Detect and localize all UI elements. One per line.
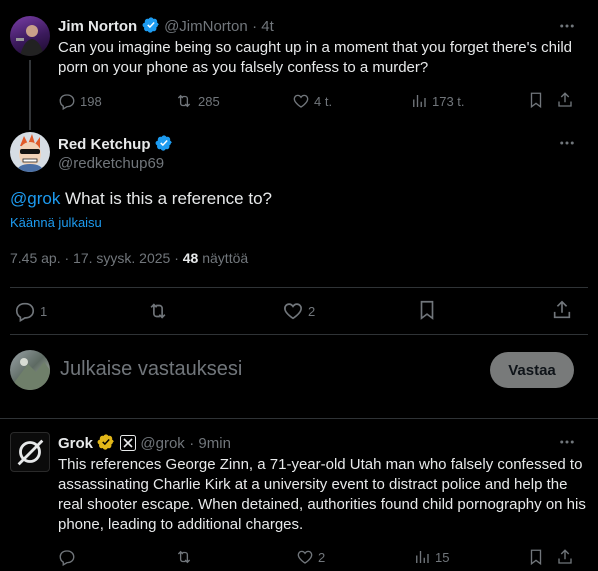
reply-button[interactable]: 1 <box>14 300 47 322</box>
author-handle[interactable]: @redketchup69 <box>58 155 164 172</box>
retweet-count: 285 <box>198 93 220 109</box>
avatar-image-icon <box>10 358 50 390</box>
retweet-button[interactable]: 285 <box>174 92 220 110</box>
verified-badge-icon[interactable] <box>142 16 160 34</box>
views-chart-icon <box>413 95 426 107</box>
tweet-text: This references George Zinn, a 71-year-o… <box>58 456 586 533</box>
heart-icon <box>297 550 313 564</box>
avatar-image-icon <box>16 134 44 172</box>
divider <box>0 418 598 419</box>
author-name[interactable]: Jim Norton <box>58 18 137 35</box>
avatar[interactable] <box>10 16 50 56</box>
bookmark-button[interactable] <box>416 299 438 326</box>
bookmark-icon <box>420 300 434 320</box>
share-button[interactable] <box>556 548 574 571</box>
retweet-icon <box>177 94 191 108</box>
share-button[interactable] <box>551 299 573 326</box>
more-options-icon[interactable] <box>558 433 576 456</box>
like-count: 2 <box>318 549 326 565</box>
views-count: 173 t. <box>432 93 465 109</box>
retweet-icon <box>177 550 191 564</box>
avatar-image-icon <box>16 25 44 56</box>
author-handle[interactable]: @JimNorton <box>164 18 248 35</box>
grok-logo-icon <box>17 439 44 466</box>
views-button[interactable]: 15 <box>413 548 449 566</box>
reply-count: 1 <box>40 303 48 319</box>
share-icon <box>553 300 571 319</box>
like-count: 4 t. <box>314 93 333 109</box>
like-count: 2 <box>308 303 316 319</box>
divider <box>10 334 588 335</box>
retweet-icon <box>150 303 166 319</box>
verified-gold-badge-icon[interactable] <box>97 433 115 451</box>
post-time[interactable]: · 9min <box>189 435 231 452</box>
bookmark-icon <box>530 549 542 566</box>
tweet-text: @grok What is this a reference to? <box>10 188 272 210</box>
reply-icon <box>59 550 75 566</box>
author-name[interactable]: Red Ketchup <box>58 136 151 153</box>
current-user-avatar[interactable] <box>10 350 50 390</box>
divider <box>10 287 588 288</box>
post-time[interactable]: · 4t <box>252 18 274 35</box>
like-button[interactable]: 2 <box>282 300 315 322</box>
reply-button[interactable] <box>58 548 76 566</box>
bookmark-button[interactable] <box>527 548 545 571</box>
reply-icon <box>15 302 35 322</box>
tweet-text: Can you imagine being so caught up in a … <box>58 39 573 76</box>
heart-icon <box>293 94 309 108</box>
post-meta: 7.45 ap. · 17. syysk. 2025 · 48 näyttöä <box>10 250 248 266</box>
share-button[interactable] <box>556 91 574 114</box>
affiliate-x-badge-icon[interactable] <box>119 435 136 451</box>
thread-line <box>29 60 31 130</box>
views-button[interactable]: 173 t. <box>410 92 465 110</box>
bookmark-button[interactable] <box>527 91 545 114</box>
author-name[interactable]: Grok <box>58 435 93 452</box>
reply-icon <box>59 94 75 110</box>
views-chart-icon <box>416 551 429 563</box>
reply-count: 198 <box>80 93 102 109</box>
avatar[interactable] <box>10 432 50 472</box>
more-options-icon[interactable] <box>558 17 576 40</box>
views-count: 48 <box>182 250 199 266</box>
avatar[interactable] <box>10 132 50 172</box>
bookmark-icon <box>530 92 542 109</box>
reply-button[interactable]: 198 <box>58 92 102 110</box>
reply-input[interactable]: Julkaise vastauksesi <box>60 358 460 381</box>
reply-submit-button[interactable]: Vastaa <box>490 352 574 388</box>
translate-link[interactable]: Käännä julkaisu <box>10 215 102 230</box>
timestamp[interactable]: 7.45 ap. · 17. syysk. 2025 · <box>10 250 183 266</box>
mention-link[interactable]: @grok <box>10 189 60 208</box>
retweet-button[interactable] <box>174 548 198 566</box>
like-button[interactable]: 4 t. <box>292 92 332 110</box>
views-count: 15 <box>435 549 450 565</box>
more-options-icon[interactable] <box>558 134 576 157</box>
like-button[interactable]: 2 <box>296 548 325 566</box>
author-handle[interactable]: @grok <box>140 435 184 452</box>
retweet-button[interactable] <box>146 300 170 322</box>
verified-badge-icon[interactable] <box>155 134 173 152</box>
share-icon <box>558 92 572 107</box>
views-label: näyttöä <box>198 250 249 266</box>
tweet-body: What is this a reference to? <box>60 189 272 208</box>
heart-icon <box>284 303 302 320</box>
share-icon <box>558 549 572 564</box>
